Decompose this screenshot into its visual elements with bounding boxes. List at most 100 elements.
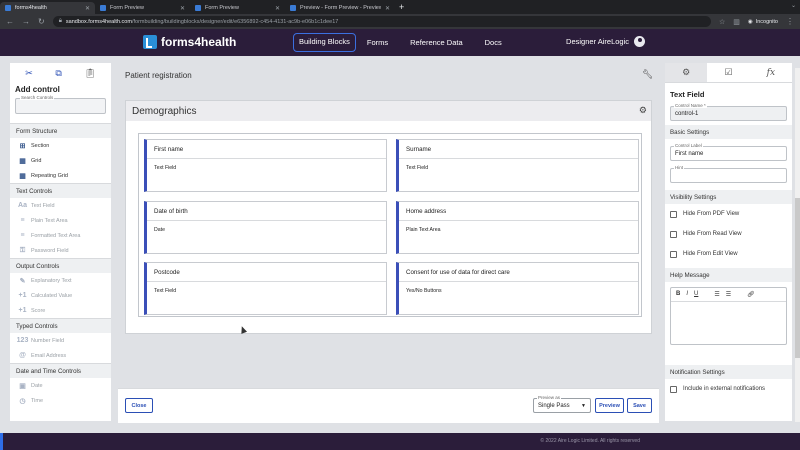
url-field[interactable]: 🔒︎ sandbox.forms4health.com/formbuilding… bbox=[52, 16, 711, 27]
hide-edit-checkbox[interactable] bbox=[670, 250, 677, 258]
tab-settings[interactable]: ⚙ bbox=[665, 63, 708, 82]
preview-button[interactable]: Preview bbox=[595, 398, 624, 413]
user-menu[interactable]: Designer AireLogic bbox=[566, 36, 645, 47]
control-item[interactable]: ▦ Grid bbox=[10, 153, 111, 168]
bookmark-star-icon[interactable]: ☆ bbox=[719, 18, 725, 26]
search-controls-label: Search Controls bbox=[20, 95, 55, 100]
italic-icon[interactable]: I bbox=[686, 291, 688, 298]
cut-icon[interactable]: ✂ bbox=[25, 68, 33, 79]
preview-as-select[interactable]: Preview as Single Pass ▼ bbox=[533, 395, 591, 413]
control-item[interactable]: ▦ Repeating Grid bbox=[10, 168, 111, 183]
hide-read-checkbox[interactable] bbox=[670, 230, 677, 238]
close-tab-icon[interactable]: ✕ bbox=[385, 5, 390, 12]
bullet-list-icon[interactable]: ☰ bbox=[726, 291, 731, 298]
control-item[interactable]: @ Email Address bbox=[10, 348, 111, 363]
copy-icon[interactable]: ⧉ bbox=[55, 68, 61, 79]
field-type: Text Field bbox=[154, 288, 177, 294]
field-postcode[interactable]: Postcode Text Field bbox=[144, 262, 387, 315]
control-name-field[interactable]: Control Name * control-1 bbox=[670, 103, 787, 121]
tab-validation[interactable]: ☑ bbox=[707, 63, 749, 82]
browser-tab-2[interactable]: Form Preview ✕ bbox=[95, 2, 190, 14]
control-label-field[interactable]: Control Label First name bbox=[670, 143, 787, 161]
incognito-badge[interactable]: ◉ Incognito bbox=[748, 19, 778, 25]
edit-toolbar: ✂ ⧉ 📋︎ bbox=[10, 63, 111, 83]
function-icon: fx bbox=[766, 67, 776, 78]
time-icon: ◷ bbox=[19, 397, 26, 405]
hide-edit-label: Hide From Edit View bbox=[683, 251, 738, 257]
formatted-text-area-icon: ≡ bbox=[20, 232, 25, 239]
field-type: Date bbox=[154, 227, 165, 233]
editor-toolbar: B I U ☰ ☰ 🔗︎ bbox=[671, 288, 786, 302]
hint-field[interactable]: Hint bbox=[670, 165, 787, 183]
wrench-icon[interactable]: 🔧︎ bbox=[642, 69, 653, 80]
control-item[interactable]: ⊞ Section bbox=[10, 138, 111, 153]
control-item[interactable]: ▣ Date bbox=[10, 378, 111, 393]
avatar-icon bbox=[634, 36, 645, 47]
search-controls-field: Search Controls bbox=[15, 95, 106, 114]
tab-title: forms4health bbox=[15, 5, 47, 11]
forward-arrow-icon[interactable]: → bbox=[22, 17, 30, 26]
add-control-panel: ✂ ⧉ 📋︎ Add control Search Controls Form … bbox=[10, 63, 111, 421]
control-item[interactable]: ≡ Plain Text Area bbox=[10, 213, 111, 228]
incognito-icon: ◉ bbox=[747, 18, 753, 25]
hide-from-edit-option[interactable]: Hide From Edit View bbox=[665, 244, 792, 264]
control-item[interactable]: Aa Text Field bbox=[10, 198, 111, 213]
control-item[interactable]: 123 Number Field bbox=[10, 333, 111, 348]
lock-icon: 🔒︎ bbox=[58, 18, 62, 24]
close-button[interactable]: Close bbox=[125, 398, 153, 413]
external-notifications-checkbox[interactable] bbox=[670, 385, 677, 393]
close-tab-icon[interactable]: ✕ bbox=[180, 5, 185, 12]
new-tab-plus-icon[interactable]: + bbox=[399, 2, 404, 14]
field-first-name[interactable]: First name Text Field bbox=[144, 139, 387, 192]
sidebar-toggle-icon[interactable]: ▥ bbox=[733, 18, 740, 26]
nav-reference-data[interactable]: Reference Data bbox=[399, 33, 474, 52]
control-item[interactable]: ✎ Explanatory Text bbox=[10, 273, 111, 288]
browser-tab-4[interactable]: Preview - Form Preview - Preview ✕ bbox=[285, 2, 395, 14]
browser-tab-3[interactable]: Form Preview ✕ bbox=[190, 2, 285, 14]
control-item[interactable]: +1 Score bbox=[10, 303, 111, 318]
controls-scroll-thumb[interactable] bbox=[795, 198, 800, 358]
hide-from-pdf-option[interactable]: Hide From PDF View bbox=[665, 204, 792, 224]
control-item[interactable]: ⚿ Password Field bbox=[10, 243, 111, 258]
nav-building-blocks[interactable]: Building Blocks bbox=[293, 33, 356, 52]
search-controls-input[interactable] bbox=[16, 99, 105, 113]
save-button[interactable]: Save bbox=[627, 398, 652, 413]
ordered-list-icon[interactable]: ☰ bbox=[714, 291, 719, 298]
app-logo[interactable]: forms4health bbox=[143, 35, 236, 49]
back-arrow-icon[interactable]: ← bbox=[6, 17, 14, 26]
paste-icon[interactable]: 📋︎ bbox=[84, 68, 95, 79]
controls-scrollbar[interactable] bbox=[795, 68, 800, 422]
browser-menu-icon[interactable]: ⋮ bbox=[786, 17, 794, 26]
control-section-heading: Output Controls bbox=[10, 258, 111, 273]
control-item-label: Date bbox=[31, 382, 43, 389]
section-settings-gear-icon[interactable]: ⚙ bbox=[639, 105, 647, 116]
preview-favicon-icon bbox=[290, 5, 296, 11]
external-notifications-option[interactable]: Include in external notifications bbox=[665, 379, 792, 399]
field-surname[interactable]: Surname Text Field bbox=[396, 139, 639, 192]
browser-tab-1[interactable]: forms4health ✕ bbox=[0, 2, 95, 14]
help-message-editor[interactable]: B I U ☰ ☰ 🔗︎ bbox=[670, 287, 787, 345]
nav-docs[interactable]: Docs bbox=[474, 33, 513, 52]
control-section-heading: Typed Controls bbox=[10, 318, 111, 333]
control-item-label: Number Field bbox=[31, 337, 65, 344]
field-consent[interactable]: Consent for use of data for direct care … bbox=[396, 262, 639, 315]
tab-search-chevron-icon[interactable]: ⌄ bbox=[791, 2, 796, 9]
field-home-address[interactable]: Home address Plain Text Area bbox=[396, 201, 639, 254]
field-date-of-birth[interactable]: Date of birth Date bbox=[144, 201, 387, 254]
close-tab-icon[interactable]: ✕ bbox=[85, 5, 90, 12]
demographics-section[interactable]: Demographics ⚙ First name Text Field Sur… bbox=[125, 100, 652, 334]
field-label: Postcode bbox=[147, 263, 386, 282]
tab-expressions[interactable]: fx bbox=[750, 63, 792, 82]
nav-forms[interactable]: Forms bbox=[356, 33, 399, 52]
close-tab-icon[interactable]: ✕ bbox=[275, 5, 280, 12]
link-icon[interactable]: 🔗︎ bbox=[747, 291, 755, 298]
bold-icon[interactable]: B bbox=[676, 291, 680, 298]
control-item[interactable]: ≡ Formatted Text Area bbox=[10, 228, 111, 243]
app-footer: © 2022 Aire Logic Limited. All rights re… bbox=[0, 433, 800, 450]
reload-icon[interactable]: ↻ bbox=[38, 17, 45, 26]
underline-icon[interactable]: U bbox=[694, 291, 698, 298]
control-item[interactable]: +1 Calculated Value bbox=[10, 288, 111, 303]
hide-pdf-checkbox[interactable] bbox=[670, 210, 677, 218]
control-item[interactable]: ◷ Time bbox=[10, 393, 111, 408]
hide-from-read-option[interactable]: Hide From Read View bbox=[665, 224, 792, 244]
